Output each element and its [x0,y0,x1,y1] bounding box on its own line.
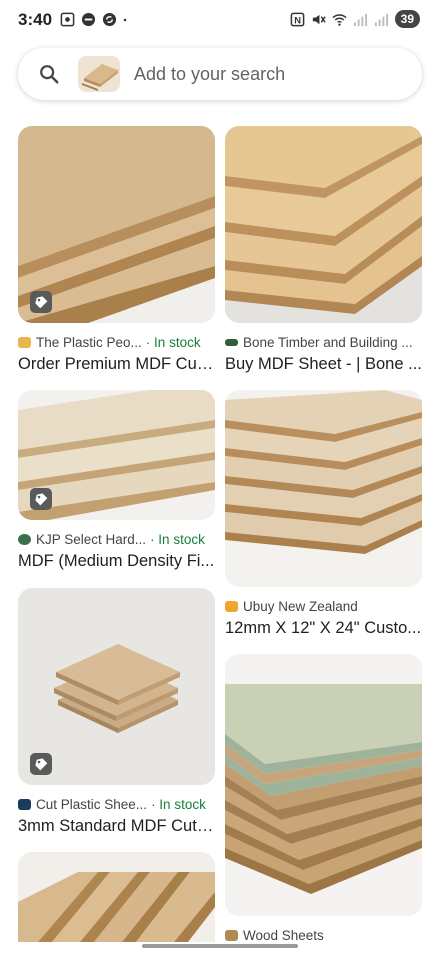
result-title[interactable]: Buy MDF Sheet - | Bone ... [225,355,422,374]
dnd-icon [81,12,96,27]
result-title[interactable]: 3mm Standard MDF Cut ... [18,817,215,836]
result-card[interactable]: Wood Sheets [225,654,422,943]
status-time: 3:40 [18,10,53,29]
sync-icon [102,12,117,27]
result-title[interactable]: 12mm X 12" X 24" Custo... [225,619,422,638]
signal-icon [374,13,388,26]
result-card[interactable]: Ubuy New Zealand 12mm X 12" X 24" Custo.… [225,390,422,638]
source-name: Cut Plastic Shee... [36,797,148,812]
source-name: KJP Select Hard... [36,532,147,547]
result-title[interactable]: MDF (Medium Density Fi... [18,552,215,571]
screenshot-icon [60,12,75,27]
result-card[interactable]: Bone Timber and Building ... Buy MDF She… [225,126,422,374]
search-icon[interactable] [38,63,60,85]
favicon-icon [18,799,31,810]
favicon-icon [18,534,31,545]
dot-icon [123,18,127,22]
status-right-icons: N 39 [290,10,420,28]
search-bar[interactable]: Add to your search [18,48,422,100]
stock-status: · In stock [145,335,201,350]
result-card[interactable] [18,852,215,942]
search-image-thumbnail[interactable] [78,56,120,92]
search-input[interactable]: Add to your search [134,64,285,85]
result-card[interactable]: KJP Select Hard... · In stock MDF (Mediu… [18,390,215,571]
result-source: The Plastic Peo... · In stock [18,335,215,350]
result-image[interactable] [18,588,215,785]
source-name: Ubuy New Zealand [243,599,358,614]
shopping-tag-icon [30,291,52,313]
result-image[interactable] [225,390,422,587]
favicon-icon [225,601,238,612]
favicon-icon [18,337,31,348]
result-source: Cut Plastic Shee... · In stock [18,797,215,812]
result-image[interactable] [18,852,215,942]
stock-status: · In stock [150,532,205,547]
result-source: Wood Sheets [225,928,422,943]
source-name: The Plastic Peo... [36,335,142,350]
result-source: Bone Timber and Building ... [225,335,422,350]
result-card[interactable]: The Plastic Peo... · In stock Order Prem… [18,126,215,374]
home-indicator[interactable] [142,944,298,948]
result-image[interactable] [18,390,215,520]
status-left-icons [60,12,131,27]
signal-icon [353,13,367,26]
result-image[interactable] [225,126,422,323]
nfc-icon: N [290,12,304,26]
status-bar: 3:40 N 39 [0,0,440,40]
shopping-tag-icon [30,753,52,775]
favicon-icon [225,930,238,941]
source-name: Bone Timber and Building ... [243,335,413,350]
result-source: Ubuy New Zealand [225,599,422,614]
shopping-tag-icon [30,488,52,510]
result-source: KJP Select Hard... · In stock [18,532,215,547]
favicon-icon [225,339,238,346]
wifi-icon [332,13,347,26]
result-card[interactable]: Cut Plastic Shee... · In stock 3mm Stand… [18,588,215,836]
mute-icon [312,14,326,24]
stock-status: · In stock [151,797,206,812]
svg-text:N: N [294,15,301,25]
result-image[interactable] [18,126,215,323]
source-name: Wood Sheets [243,928,324,943]
result-image[interactable] [225,654,422,916]
result-title[interactable]: Order Premium MDF Cut... [18,355,215,374]
battery-level: 39 [394,10,420,28]
